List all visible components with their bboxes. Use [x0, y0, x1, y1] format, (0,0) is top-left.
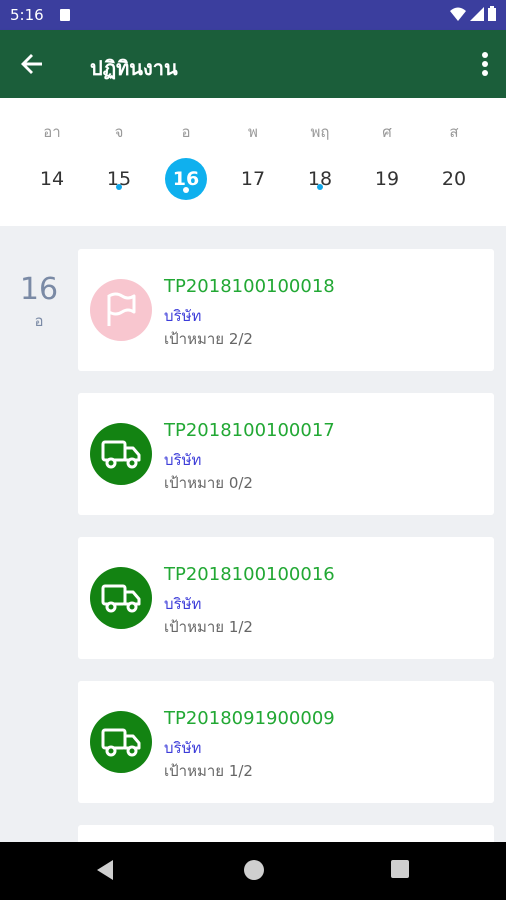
event-dot — [317, 184, 323, 190]
event-dot — [183, 187, 189, 193]
day-number: 14 — [39, 168, 65, 190]
selected-weekday: อ — [34, 312, 44, 330]
app-bar: ปฏิทินงาน — [0, 30, 506, 98]
day-number: 15 — [106, 168, 132, 190]
week-calendar-strip: อา 14 จ 15 อ 16 พ 17 พฤ 18 ศ 19 ส 20 — [0, 98, 506, 226]
task-avatar — [90, 711, 152, 773]
day-name: ศ — [382, 123, 392, 141]
nav-home-button[interactable] — [243, 859, 265, 885]
task-target: เป้าหมาย 2/2 — [164, 330, 253, 348]
calendar-day-19[interactable]: ศ 19 — [357, 98, 417, 226]
arrow-back-icon — [21, 54, 42, 74]
task-card[interactable]: TP2018091900009 บริษัท เป้าหมาย 1/2 — [78, 681, 494, 803]
page-title: ปฏิทินงาน — [90, 56, 178, 80]
nav-back-button[interactable] — [95, 859, 115, 885]
day-name: อ — [181, 123, 191, 141]
task-company: บริษัท — [164, 739, 202, 757]
more-options-button[interactable] — [478, 50, 492, 78]
task-card[interactable]: TP2018100100016 บริษัท เป้าหมาย 1/2 — [78, 537, 494, 659]
signal-icon — [470, 6, 484, 21]
truck-icon — [101, 728, 141, 757]
task-target: เป้าหมาย 1/2 — [164, 762, 253, 780]
nav-recents-button[interactable] — [390, 859, 410, 883]
calendar-day-18[interactable]: พฤ 18 — [290, 98, 350, 226]
wifi-icon — [450, 7, 466, 21]
task-card[interactable]: TP2018100100017 บริษัท เป้าหมาย 0/2 — [78, 393, 494, 515]
calendar-day-15[interactable]: จ 15 — [89, 98, 149, 226]
task-code: TP2018100100017 — [164, 420, 335, 441]
day-number: 18 — [307, 168, 333, 190]
task-code: TP2018100100016 — [164, 564, 335, 585]
battery-icon — [488, 6, 496, 21]
task-avatar — [90, 567, 152, 629]
nav-recents-icon — [391, 860, 409, 878]
calendar-day-17[interactable]: พ 17 — [223, 98, 283, 226]
day-name: พ — [248, 123, 258, 141]
day-number: 20 — [441, 168, 467, 190]
task-code: TP2018100100018 — [164, 276, 335, 297]
status-time: 5:16 — [10, 6, 44, 24]
task-code: TP2018091900009 — [164, 708, 335, 729]
system-nav-bar — [0, 842, 506, 900]
calendar-day-14[interactable]: อา 14 — [22, 98, 82, 226]
day-number: 19 — [374, 168, 400, 190]
status-bar: 5:16 — [0, 0, 506, 30]
day-number: 17 — [240, 168, 266, 190]
sim-card-icon — [60, 9, 70, 21]
day-name: จ — [114, 123, 124, 141]
more-vert-icon — [482, 52, 488, 76]
calendar-day-16[interactable]: อ 16 — [156, 98, 216, 226]
nav-home-icon — [244, 860, 264, 880]
day-name: ส — [449, 123, 459, 141]
status-icons — [450, 6, 496, 21]
nav-back-icon — [97, 860, 113, 880]
calendar-day-20[interactable]: ส 20 — [424, 98, 484, 226]
task-company: บริษัท — [164, 595, 202, 613]
event-dot — [116, 184, 122, 190]
flag-icon — [107, 292, 136, 326]
back-button[interactable] — [18, 50, 46, 78]
truck-icon — [101, 440, 141, 469]
day-name: อา — [43, 123, 61, 141]
task-target: เป้าหมาย 1/2 — [164, 618, 253, 636]
selected-day-number: 16 — [19, 272, 59, 307]
task-card-partial[interactable] — [78, 825, 494, 842]
day-name: พฤ — [310, 123, 330, 141]
task-company: บริษัท — [164, 307, 202, 325]
truck-icon — [101, 584, 141, 613]
task-avatar — [90, 423, 152, 485]
task-company: บริษัท — [164, 451, 202, 469]
task-card[interactable]: TP2018100100018 บริษัท เป้าหมาย 2/2 — [78, 249, 494, 371]
selected-date-label: 16 อ — [0, 272, 78, 333]
task-avatar — [90, 279, 152, 341]
day-number-selected: 16 — [165, 158, 207, 200]
task-target: เป้าหมาย 0/2 — [164, 474, 253, 492]
